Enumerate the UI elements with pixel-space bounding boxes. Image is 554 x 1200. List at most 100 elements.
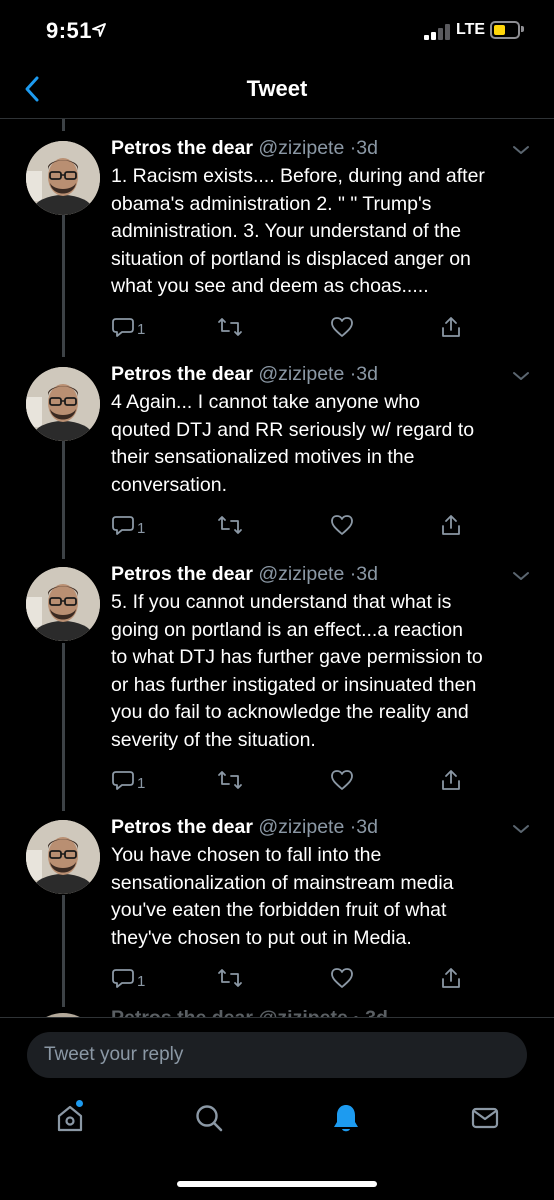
reply-button[interactable]: 1 xyxy=(111,314,145,340)
separator: · xyxy=(344,563,357,585)
messages-icon xyxy=(469,1102,501,1139)
reply-icon xyxy=(111,768,135,792)
tweet-menu-button[interactable] xyxy=(511,569,531,583)
author-handle: @zizipete xyxy=(258,363,345,385)
notifications-icon xyxy=(330,1102,362,1139)
share-button[interactable] xyxy=(440,767,462,793)
tweet-text-line: You have chosen to fall into the xyxy=(111,844,382,866)
retweet-icon xyxy=(217,316,243,338)
reply-button[interactable]: 1 xyxy=(111,965,145,991)
like-button[interactable] xyxy=(330,767,354,793)
tweet-text-line: their sensationalized motives in the xyxy=(111,446,415,468)
retweet-button[interactable] xyxy=(217,314,243,340)
tab-messages[interactable] xyxy=(465,1100,505,1140)
reply-icon xyxy=(111,315,135,339)
tweet-thread[interactable]: Petros the dear @zizipete ·3d 1. Racism e… xyxy=(0,119,554,1017)
share-button[interactable] xyxy=(440,512,462,538)
retweet-icon xyxy=(217,514,243,536)
status-bar: 9:51 LTE xyxy=(0,0,554,64)
tweet-text-line: 5. If you cannot understand that what is xyxy=(111,591,452,613)
tweet-text-line: severity of the situation. xyxy=(111,728,316,751)
share-icon xyxy=(440,513,462,537)
chevron-down-icon xyxy=(511,570,531,587)
tweet-text: 4 Again... I cannot take anyone who qoute… xyxy=(111,389,541,499)
tab-notifications[interactable] xyxy=(326,1100,366,1140)
separator: · xyxy=(344,816,357,838)
tweet-text: You have chosen to fall into the sensatio… xyxy=(111,842,541,952)
retweet-button[interactable] xyxy=(217,767,243,793)
reply-count: 1 xyxy=(137,519,146,537)
home-indicator[interactable] xyxy=(177,1181,377,1187)
reply-button[interactable]: 1 xyxy=(111,512,145,538)
home-icon xyxy=(54,1102,86,1139)
tweet[interactable]: Petros the dear @zizipete ·3d 5. If you c… xyxy=(0,561,554,836)
chevron-down-icon xyxy=(511,370,531,387)
retweet-icon xyxy=(217,769,243,791)
reply-count: 1 xyxy=(137,774,146,792)
tab-bar xyxy=(0,1086,554,1166)
tweet-text-line: what you see and deem as choas..... xyxy=(111,275,429,297)
timestamp: 3d xyxy=(356,563,378,585)
share-icon xyxy=(440,966,462,990)
reply-icon xyxy=(111,966,135,990)
share-button[interactable] xyxy=(440,314,462,340)
timestamp: 3d xyxy=(356,137,378,159)
location-arrow-icon xyxy=(92,23,106,42)
tab-search[interactable] xyxy=(189,1100,229,1140)
share-button[interactable] xyxy=(440,965,462,991)
like-icon xyxy=(330,967,354,989)
like-button[interactable] xyxy=(330,314,354,340)
tweet-text: 1. Racism exists.... Before, during and … xyxy=(111,163,541,301)
tweet-text-line: going on portland is an effect...a react… xyxy=(111,618,463,641)
share-icon xyxy=(440,315,462,339)
tweet-header: Petros the dear @zizipete ·3d xyxy=(111,561,378,587)
avatar[interactable] xyxy=(26,567,100,641)
signal-icon xyxy=(424,22,454,40)
retweet-icon xyxy=(217,967,243,989)
reply-button[interactable]: 1 xyxy=(111,767,145,793)
tweet-menu-button[interactable] xyxy=(511,369,531,383)
tweet[interactable]: Petros the dear @zizipete ·3d 1. Racism e… xyxy=(0,135,554,383)
like-icon xyxy=(330,316,354,338)
tweet-menu-button[interactable] xyxy=(511,143,531,157)
tweet-text-line: sensationalization of mainstream media xyxy=(111,871,454,894)
nav-bar: Tweet xyxy=(0,64,554,119)
avatar[interactable] xyxy=(26,367,100,441)
tweet-actions: 1 xyxy=(111,965,541,991)
tweet-text-line: obama's administration 2. " " Trump's xyxy=(111,192,432,215)
tweet-text-line: to what DTJ has further gave permission … xyxy=(111,646,483,668)
tweet-text-line: situation of portland is displaced anger… xyxy=(111,247,471,270)
author-handle: @zizipete xyxy=(258,816,345,838)
reply-input[interactable] xyxy=(27,1032,527,1078)
search-icon xyxy=(193,1102,225,1139)
tweet[interactable]: Petros the dear @zizipete ·3d 4 Again... … xyxy=(0,361,554,581)
like-button[interactable] xyxy=(330,512,354,538)
tweet-header: Petros the dear @zizipete ·3d xyxy=(111,135,378,161)
tweet[interactable]: Petros the dear @zizipete ·3d You have ch… xyxy=(0,814,554,1017)
author-name[interactable]: Petros the dear xyxy=(111,816,253,838)
tweet-actions: 1 xyxy=(111,512,541,538)
tweet-text-line: 4 Again... I cannot take anyone who xyxy=(111,391,420,413)
retweet-button[interactable] xyxy=(217,965,243,991)
tweet-text: 5. If you cannot understand that what is… xyxy=(111,589,541,754)
retweet-button[interactable] xyxy=(217,512,243,538)
timestamp: 3d xyxy=(356,363,378,385)
tweet-text-line: administration. 3. Your understand of th… xyxy=(111,220,462,242)
reply-count: 1 xyxy=(137,321,146,338)
tweet-text-line: or has further instigated or insinuated … xyxy=(111,673,477,696)
avatar[interactable] xyxy=(26,820,100,894)
avatar[interactable] xyxy=(26,141,100,215)
author-name[interactable]: Petros the dear xyxy=(111,363,253,385)
tweet-text-line: they've chosen to put out in Media. xyxy=(111,926,412,949)
tweet-menu-button[interactable] xyxy=(511,822,531,836)
chevron-down-icon xyxy=(511,144,531,161)
tab-home[interactable] xyxy=(50,1100,90,1140)
share-icon xyxy=(440,768,462,792)
author-name[interactable]: Petros the dear xyxy=(111,563,253,585)
author-name[interactable]: Petros the dear xyxy=(111,137,253,159)
tweet-text-line: 1. Racism exists.... Before, during and … xyxy=(111,165,485,187)
network-type: LTE xyxy=(456,21,486,38)
like-icon xyxy=(330,514,354,536)
like-button[interactable] xyxy=(330,965,354,991)
battery-icon xyxy=(490,21,520,39)
